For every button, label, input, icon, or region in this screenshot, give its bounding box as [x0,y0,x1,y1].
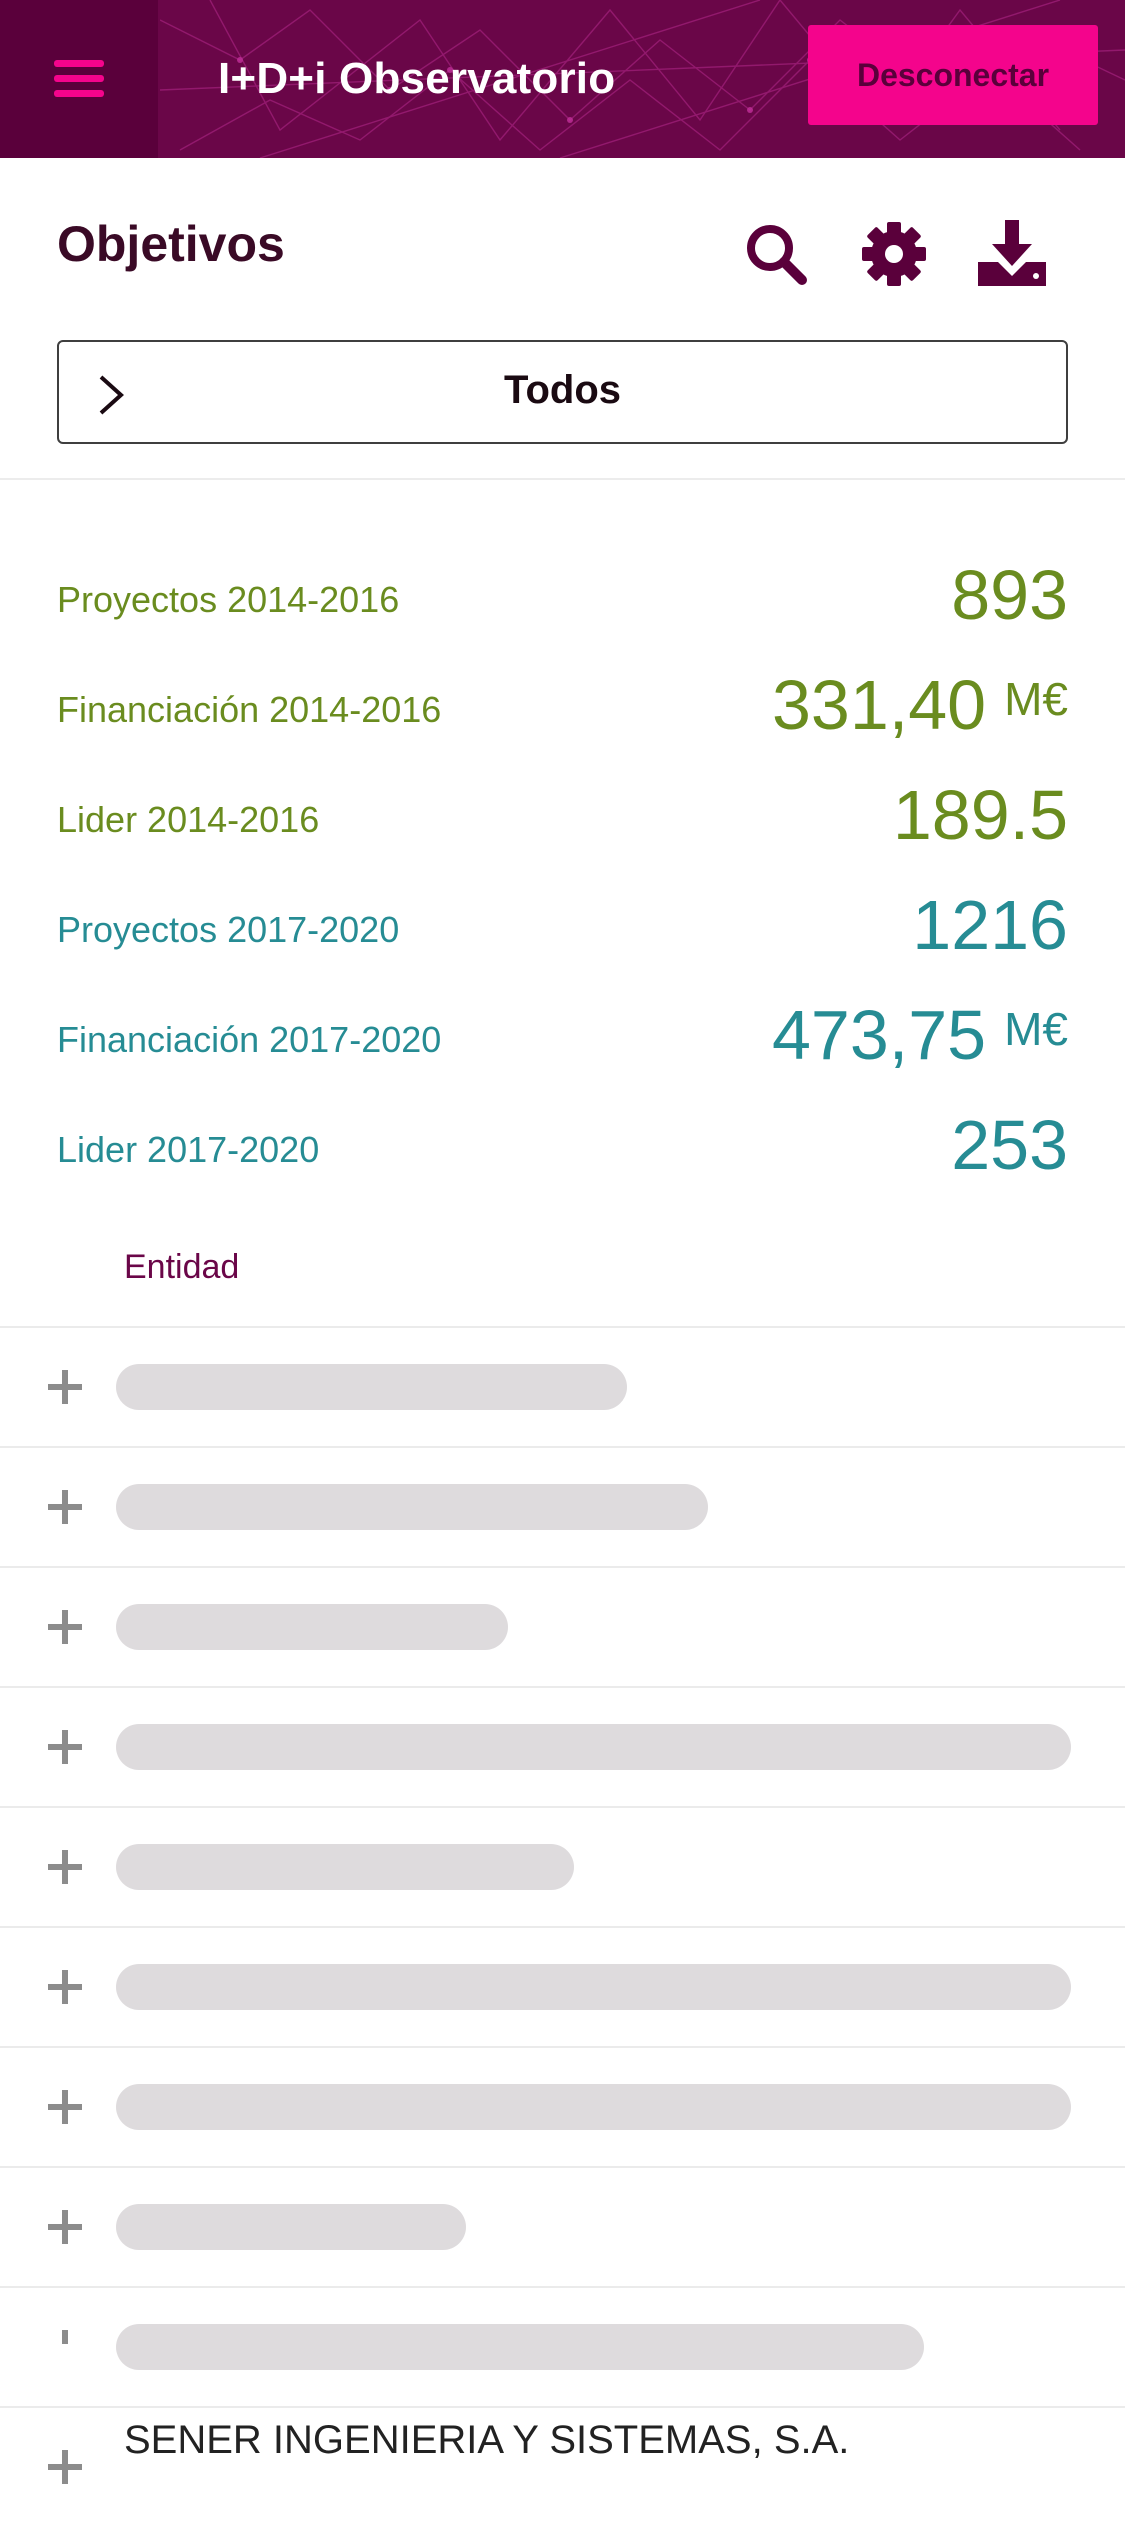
loading-placeholder [116,1604,508,1650]
stat-label: Financiación 2014-2016 [57,689,442,730]
search-icon[interactable] [740,218,812,290]
download-icon[interactable] [976,218,1048,290]
stat-label: Proyectos 2017-2020 [57,909,400,950]
stat-label: Proyectos 2014-2016 [57,579,400,620]
column-header-entidad[interactable]: Entidad [124,1248,239,1287]
plus-icon[interactable] [44,1486,86,1528]
stat-row: Financiación 2014-2016 331,40 M€ [57,655,1068,745]
page-title: Objetivos [57,216,285,272]
stat-label: Lider 2014-2016 [57,799,320,840]
list-item[interactable] [0,1686,1125,1806]
plus-icon[interactable] [44,1966,86,2008]
stat-unit: M€ [1004,673,1068,725]
plus-icon[interactable] [44,2086,86,2128]
app-header: I+D+i Observatorio Desconectar [0,0,1125,158]
list-item[interactable] [0,1326,1125,1446]
menu-button[interactable] [0,0,158,158]
list-item[interactable] [0,1806,1125,1926]
stat-row: Lider 2014-2016 189.5 [57,765,1068,855]
loading-placeholder [116,2324,924,2370]
loading-placeholder [116,2204,466,2250]
list-item[interactable] [0,1566,1125,1686]
stat-value: 331,40 M€ [771,666,1068,744]
plus-icon[interactable] [44,1366,86,1408]
divider [0,478,1125,480]
stat-label: Lider 2017-2020 [57,1129,320,1170]
loading-placeholder [116,1844,574,1890]
plus-icon[interactable] [44,1846,86,1888]
app-title: I+D+i Observatorio [218,54,616,103]
stat-label: Financiación 2017-2020 [57,1019,442,1060]
stat-value: 893 [951,556,1068,634]
loading-placeholder [116,1364,627,1410]
loading-placeholder [116,1964,1071,2010]
loading-placeholder [116,1484,708,1530]
plus-icon[interactable] [44,2206,86,2248]
stat-row: Financiación 2017-2020 473,75 M€ [57,985,1068,1075]
stat-value: 189.5 [892,776,1068,854]
filter-selector[interactable]: Todos [57,340,1068,444]
list-item[interactable] [0,1926,1125,2046]
list-item[interactable] [0,1446,1125,1566]
stat-row: Proyectos 2014-2016 893 [57,545,1068,635]
logout-button[interactable]: Desconectar [808,25,1098,125]
stat-value: 1216 [912,886,1068,964]
plus-icon[interactable] [44,1726,86,1768]
hamburger-menu-icon [54,60,104,97]
list-item[interactable] [0,2166,1125,2286]
loading-placeholder [116,2084,1071,2130]
stat-value: 253 [951,1106,1068,1184]
collapse-icon[interactable] [44,2326,86,2368]
stat-value: 473,75 M€ [771,996,1068,1074]
plus-icon[interactable] [44,2446,86,2488]
plus-icon[interactable] [44,1606,86,1648]
stat-row: Proyectos 2017-2020 1216 [57,875,1068,965]
entity-name: SENER INGENIERIA Y SISTEMAS, S.A. [124,2418,850,2462]
list-item[interactable] [0,2286,1125,2406]
filter-label: Todos [503,368,621,412]
gear-icon[interactable] [858,218,930,290]
loading-placeholder [116,1724,1071,1770]
stat-row: Lider 2017-2020 253 [57,1095,1068,1185]
list-item[interactable] [0,2046,1125,2166]
stat-unit: M€ [1004,1003,1068,1055]
